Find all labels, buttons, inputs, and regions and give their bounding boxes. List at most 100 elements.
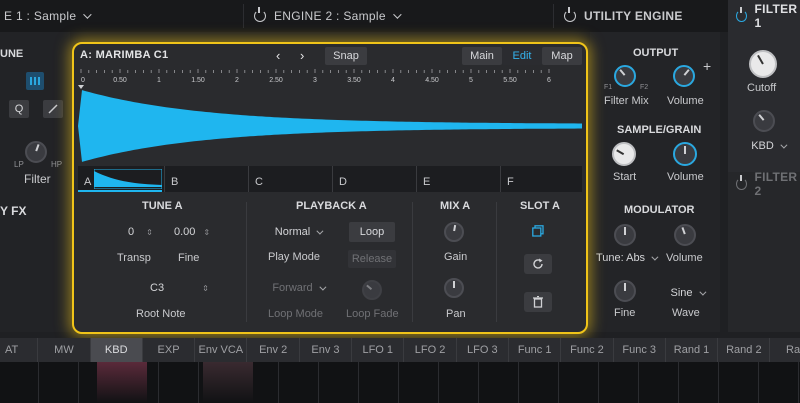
- ruler-label: 0.50: [113, 77, 127, 84]
- mod-tab-kbd[interactable]: KBD: [90, 338, 143, 362]
- mod-tab-exp[interactable]: EXP: [143, 338, 196, 362]
- power-icon[interactable]: [736, 7, 747, 22]
- cutoff-knob[interactable]: [749, 50, 777, 78]
- engine2-selector[interactable]: ENGINE 2 : Sample: [254, 0, 402, 32]
- kbd-value: KBD: [751, 140, 774, 152]
- key-divider: [798, 362, 799, 403]
- pan-knob[interactable]: [444, 278, 464, 298]
- mod-tab-env-vca[interactable]: Env VCA: [195, 338, 248, 362]
- waveform-shape: [78, 90, 582, 162]
- modulator-volume-knob[interactable]: [674, 224, 696, 246]
- filter-knob[interactable]: [25, 141, 47, 163]
- output-title: OUTPUT: [633, 47, 679, 59]
- output-volume-knob[interactable]: [673, 65, 695, 87]
- fx-section-title: Y FX: [0, 204, 27, 218]
- loop-mode-dropdown[interactable]: Forward: [264, 278, 332, 298]
- slot-a-thumbnail: [94, 169, 162, 189]
- mod-tab-env-3[interactable]: Env 3: [300, 338, 353, 362]
- filter1-header[interactable]: FILTER 1: [736, 0, 800, 32]
- slot-e[interactable]: E: [416, 166, 500, 192]
- mod-tab-ran[interactable]: Ran: [771, 338, 800, 362]
- lp-label: LP: [14, 160, 24, 169]
- fine-field[interactable]: 0.00 ⇕: [174, 226, 210, 238]
- kbd-knob[interactable]: [753, 110, 775, 132]
- mod-tab-mw[interactable]: MW: [38, 338, 91, 362]
- prev-sample-button[interactable]: ‹: [276, 48, 280, 63]
- key-divider: [478, 362, 479, 403]
- q-button[interactable]: Q: [9, 100, 29, 118]
- key-divider: [438, 362, 439, 403]
- slot-c[interactable]: C: [248, 166, 332, 192]
- modulator-volume-label: Volume: [666, 252, 703, 264]
- ruler-label: 5.50: [503, 77, 517, 84]
- mod-tab-env-2[interactable]: Env 2: [248, 338, 300, 362]
- key-divider: [678, 362, 679, 403]
- loop-fade-label: Loop Fade: [346, 308, 399, 320]
- f2-label: F2: [640, 84, 649, 91]
- modulator-fine-knob[interactable]: [614, 280, 636, 302]
- mod-tab-rand-2[interactable]: Rand 2: [718, 338, 771, 362]
- ruler-label: 0: [81, 77, 85, 84]
- tune-title: TUNE A: [142, 200, 183, 212]
- loop-button[interactable]: Loop: [349, 222, 395, 242]
- keyboard-icon[interactable]: [26, 72, 44, 90]
- key-divider: [358, 362, 359, 403]
- waveform-display[interactable]: [78, 88, 582, 164]
- tab-main[interactable]: Main: [462, 47, 502, 65]
- next-sample-button[interactable]: ›: [300, 48, 304, 63]
- start-knob[interactable]: [612, 142, 636, 166]
- mod-tab-lfo-2[interactable]: LFO 2: [404, 338, 457, 362]
- tab-edit[interactable]: Edit: [502, 47, 542, 65]
- kbd-dropdown[interactable]: KBD: [744, 136, 792, 156]
- tune-mode-dropdown[interactable]: Tune: Abs: [595, 248, 659, 268]
- mod-tab-at[interactable]: AT: [0, 338, 39, 362]
- release-button[interactable]: Release: [348, 250, 396, 268]
- power-icon[interactable]: [564, 7, 576, 22]
- delete-button[interactable]: [524, 292, 552, 312]
- ruler-label: 1.50: [191, 77, 205, 84]
- reload-button[interactable]: [524, 254, 552, 274]
- modulator-tune-knob[interactable]: [614, 224, 636, 246]
- slot-f[interactable]: F: [500, 166, 582, 192]
- add-button[interactable]: +: [703, 58, 711, 74]
- filter-mix-knob[interactable]: [614, 65, 636, 87]
- wave-dropdown[interactable]: Sine: [662, 283, 712, 303]
- mod-tab-lfo-3[interactable]: LFO 3: [457, 338, 509, 362]
- key-highlight: [97, 362, 147, 403]
- mod-tab-rand-1[interactable]: Rand 1: [666, 338, 719, 362]
- playback-title: PLAYBACK A: [296, 200, 367, 212]
- slot-f-label: F: [507, 176, 514, 188]
- ruler-label: 2.50: [269, 77, 283, 84]
- slot-a[interactable]: A: [78, 166, 164, 192]
- play-mode-dropdown[interactable]: Normal: [264, 222, 332, 242]
- mod-tab-func-1[interactable]: Func 1: [509, 338, 562, 362]
- utility-engine-header[interactable]: UTILITY ENGINE: [564, 0, 683, 32]
- mod-tab-func-3[interactable]: Func 3: [614, 338, 666, 362]
- slot-b[interactable]: B: [164, 166, 248, 192]
- stepper-icon[interactable]: ⇕: [202, 284, 209, 293]
- key-divider: [718, 362, 719, 403]
- ruler-label: 6: [547, 77, 551, 84]
- power-icon[interactable]: [254, 7, 266, 22]
- key-divider: [758, 362, 759, 403]
- pencil-icon[interactable]: [43, 100, 63, 118]
- reload-icon: [533, 258, 543, 269]
- root-note-field[interactable]: C3 ⇕: [150, 282, 209, 294]
- mod-tab-lfo-1[interactable]: LFO 1: [352, 338, 405, 362]
- filter2-header[interactable]: FILTER 2: [736, 170, 800, 198]
- slot-b-label: B: [171, 176, 179, 188]
- snap-button[interactable]: Snap: [325, 47, 367, 65]
- engine1-selector[interactable]: E 1 : Sample: [4, 0, 92, 32]
- mod-tab-func-2[interactable]: Func 2: [561, 338, 614, 362]
- copy-icon[interactable]: [532, 224, 544, 237]
- transp-field[interactable]: 0 ⇕: [128, 226, 153, 238]
- tab-map[interactable]: Map: [542, 47, 582, 65]
- key-highlight: [203, 362, 253, 403]
- power-icon[interactable]: [736, 175, 747, 190]
- stepper-icon[interactable]: ⇕: [146, 228, 153, 237]
- grain-volume-knob[interactable]: [673, 142, 697, 166]
- slot-d[interactable]: D: [332, 166, 416, 192]
- stepper-icon[interactable]: ⇕: [203, 228, 210, 237]
- gain-knob[interactable]: [444, 222, 464, 242]
- loop-fade-knob[interactable]: [362, 280, 382, 300]
